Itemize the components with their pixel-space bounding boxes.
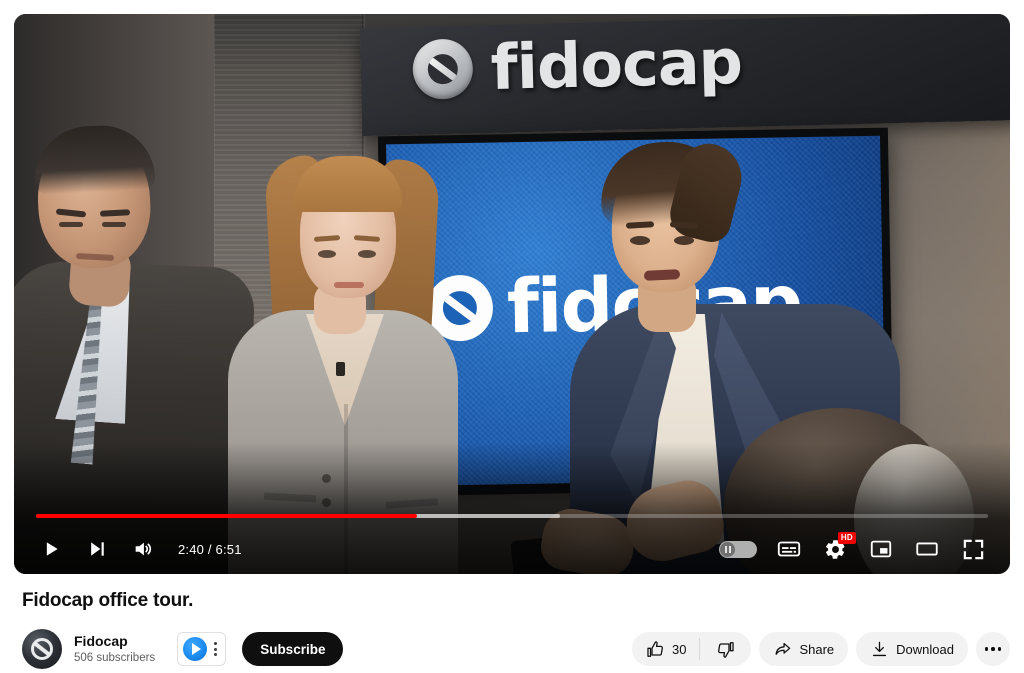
video-action-buttons: 30 Share Download xyxy=(632,632,1010,666)
like-dislike-group[interactable]: 30 xyxy=(632,632,752,666)
like-count: 30 xyxy=(672,641,687,657)
autoplay-knob-pause-icon xyxy=(720,541,735,557)
play-button[interactable] xyxy=(28,526,74,572)
person-right-eye xyxy=(630,236,650,245)
thumbs-up-icon xyxy=(647,640,663,657)
autoplay-switch[interactable] xyxy=(719,540,757,558)
video-title: Fidocap office tour. xyxy=(22,590,194,611)
like-button[interactable]: 30 xyxy=(632,632,699,666)
video-player[interactable]: fidocap fidocap xyxy=(14,14,1010,574)
next-video-button[interactable] xyxy=(74,526,120,572)
autoplay-toggle[interactable] xyxy=(710,526,766,572)
person-right-eye xyxy=(674,236,694,245)
hd-quality-badge: HD xyxy=(837,532,856,544)
share-button[interactable]: Share xyxy=(759,632,849,666)
join-channel-icon[interactable] xyxy=(183,637,208,661)
fidocap-wall-sign: fidocap xyxy=(359,14,1010,137)
player-control-bar[interactable]: 2:40 / 6:51 HD xyxy=(14,524,1010,574)
person-center-vest-button xyxy=(322,474,331,483)
subtitles-icon[interactable] xyxy=(766,526,812,572)
share-label: Share xyxy=(799,641,835,657)
person-right-mouth xyxy=(643,269,681,281)
download-label: Download xyxy=(896,641,954,657)
channel-more-menu-icon[interactable] xyxy=(211,642,220,656)
thumbs-down-icon xyxy=(718,641,735,658)
share-arrow-icon xyxy=(776,642,791,655)
settings-gear-icon[interactable]: HD xyxy=(812,526,858,572)
person-center-mouth xyxy=(334,282,364,288)
fidocap-sign-text: fidocap xyxy=(489,24,743,104)
video-meta-row: Fidocap 506 subscribers Subscribe 30 Sha… xyxy=(22,626,1010,672)
youtube-watch-page: fidocap fidocap xyxy=(0,0,1024,673)
dislike-button[interactable] xyxy=(700,632,751,666)
lapel-microphone xyxy=(336,362,345,376)
subscribe-button[interactable]: Subscribe xyxy=(242,632,344,666)
progress-bar[interactable] xyxy=(36,514,988,518)
channel-name[interactable]: Fidocap xyxy=(74,632,155,651)
miniplayer-icon[interactable] xyxy=(858,526,904,572)
channel-info: Fidocap 506 subscribers xyxy=(74,632,155,666)
video-frame[interactable]: fidocap fidocap xyxy=(14,14,1010,574)
volume-button[interactable] xyxy=(120,526,166,572)
channel-extra-actions[interactable] xyxy=(177,632,227,666)
theater-mode-icon[interactable] xyxy=(904,526,950,572)
person-center-vest-button xyxy=(322,498,331,507)
channel-subscriber-count: 506 subscribers xyxy=(74,651,156,664)
person-center-eye xyxy=(318,250,336,258)
person-center-eye xyxy=(358,250,376,258)
download-icon xyxy=(873,641,887,656)
fidocap-logo-icon xyxy=(412,38,474,100)
channel-block[interactable]: Fidocap 506 subscribers xyxy=(22,629,155,669)
person-left-eye xyxy=(102,222,126,227)
fullscreen-icon[interactable] xyxy=(950,526,996,572)
person-left-eye xyxy=(59,222,83,227)
channel-avatar[interactable] xyxy=(22,629,62,669)
time-display: 2:40 / 6:51 xyxy=(178,541,242,557)
more-actions-button[interactable] xyxy=(976,632,1010,666)
progress-played xyxy=(36,514,417,518)
download-button[interactable]: Download xyxy=(856,632,968,666)
